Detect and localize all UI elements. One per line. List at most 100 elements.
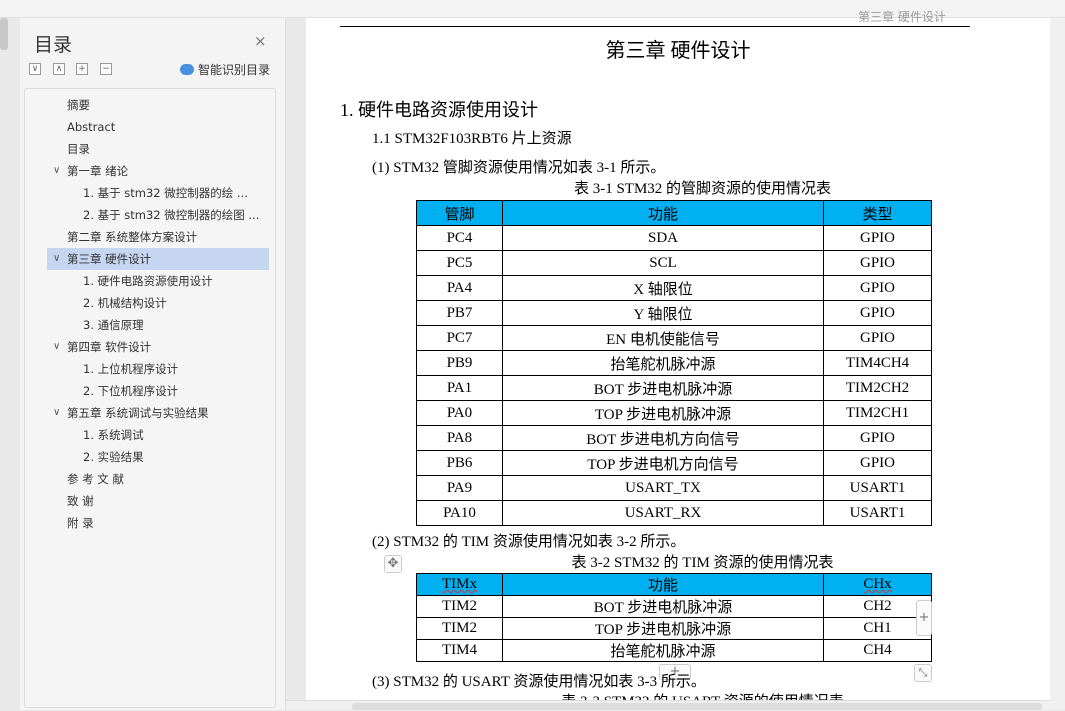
toc-item[interactable]: 第二章 系统整体方案设计 (47, 226, 269, 248)
toc-item[interactable]: ∨ 第一章 绪论 (47, 160, 269, 182)
table-cell[interactable]: GPIO (823, 225, 932, 251)
table-cell[interactable]: PC4 (416, 225, 503, 251)
toc-item[interactable]: ∨ 第三章 硬件设计 (47, 248, 269, 270)
toc-item[interactable]: 致 谢 (47, 490, 269, 512)
table-cell[interactable]: EN 电机使能信号 (502, 325, 824, 351)
table-cell[interactable]: GPIO (823, 300, 932, 326)
table-row: TIM2 TOP 步进电机脉冲源 CH1 (416, 617, 932, 640)
table-cell[interactable]: TOP 步进电机脉冲源 (502, 617, 824, 640)
table-cell[interactable]: TIM4 (416, 639, 503, 662)
table-cell[interactable]: PC7 (416, 325, 503, 351)
table-cell[interactable]: TOP 步进电机脉冲源 (502, 400, 824, 426)
table-cell[interactable]: GPIO (823, 325, 932, 351)
table-cell[interactable]: 抬笔舵机脉冲源 (502, 639, 824, 662)
chapter-title: 第三章 硬件设计 (605, 40, 751, 62)
toc-item[interactable]: ∨ 第五章 系统调试与实验结果 (47, 402, 269, 424)
toc-item[interactable]: 3. 通信原理 (47, 314, 269, 336)
table-cell[interactable]: USART1 (823, 500, 932, 526)
chevron-down-icon[interactable]: ∨ (53, 336, 60, 358)
toc-item[interactable]: 1. 基于 stm32 微控制器的绘 ... (47, 182, 269, 204)
table-resize-handle-icon[interactable]: ⤡ (914, 664, 932, 682)
table-cell[interactable]: BOT 步进电机脉冲源 (502, 595, 824, 618)
toc-item-label: 第五章 系统调试与实验结果 (67, 406, 209, 420)
table-cell[interactable]: BOT 步进电机方向信号 (502, 425, 824, 451)
toc-item[interactable]: ∨ 第四章 软件设计 (47, 336, 269, 358)
table-cell[interactable]: PA9 (416, 475, 503, 501)
header-cell: 类型 (823, 200, 932, 226)
table-cell[interactable]: 抬笔舵机脉冲源 (502, 350, 824, 376)
close-icon[interactable]: × (254, 32, 267, 50)
toc-item-label: Abstract (67, 120, 116, 134)
table-cell[interactable]: GPIO (823, 275, 932, 301)
vertical-scrollbar[interactable] (1050, 18, 1065, 710)
table-row: PA4 X 轴限位 GPIO (416, 275, 932, 301)
table-cell[interactable]: X 轴限位 (502, 275, 824, 301)
left-scrollbar-thumb[interactable] (0, 18, 8, 50)
table-cell[interactable]: PA1 (416, 375, 503, 401)
table-cell[interactable]: GPIO (823, 250, 932, 276)
table-cell[interactable]: USART_TX (502, 475, 824, 501)
table-cell[interactable]: CH4 (823, 639, 932, 662)
table-row: PB6 TOP 步进电机方向信号 GPIO (416, 450, 932, 476)
toc-item[interactable]: 参 考 文 献 (47, 468, 269, 490)
table-caption-1: 表 3-1 STM32 的管脚资源的使用情况表 (573, 181, 832, 197)
remove-heading-button[interactable]: − (100, 63, 112, 75)
horizontal-scrollbar[interactable] (286, 700, 1050, 710)
table-cell[interactable]: SDA (502, 225, 824, 251)
table-row: PA8 BOT 步进电机方向信号 GPIO (416, 425, 932, 451)
table-cell[interactable]: PA10 (416, 500, 503, 526)
toc-item[interactable]: 目录 (47, 138, 269, 160)
toc-item[interactable]: 摘要 (47, 94, 269, 116)
table-cell[interactable]: TIM2 (416, 617, 503, 640)
table-cell[interactable]: GPIO (823, 450, 932, 476)
toc-item[interactable]: 1. 上位机程序设计 (47, 358, 269, 380)
toc-item[interactable]: 附 录 (47, 512, 269, 534)
table-cell[interactable]: TIM2CH2 (823, 375, 932, 401)
toc-item-label: 1. 上位机程序设计 (83, 362, 179, 376)
heading-1: 1. 硬件电路资源使用设计 (340, 100, 538, 120)
toc-item-label: 第三章 硬件设计 (67, 252, 152, 266)
toc-item[interactable]: 2. 下位机程序设计 (47, 380, 269, 402)
add-heading-button[interactable]: + (76, 63, 88, 75)
table-cell[interactable]: TIM4CH4 (823, 350, 932, 376)
toc-item-label: 目录 (67, 142, 90, 156)
table-cell[interactable]: USART1 (823, 475, 932, 501)
table-cell[interactable]: SCL (502, 250, 824, 276)
table-cell[interactable]: PA4 (416, 275, 503, 301)
table-cell[interactable]: GPIO (823, 425, 932, 451)
toc-item[interactable]: 2. 机械结构设计 (47, 292, 269, 314)
chevron-down-icon[interactable]: ∨ (53, 402, 60, 424)
expand-all-button[interactable]: ∨ (29, 63, 41, 75)
scrollbar-thumb[interactable] (352, 703, 1042, 710)
table-cell[interactable]: PB9 (416, 350, 503, 376)
table-cell[interactable]: PC5 (416, 250, 503, 276)
table-cell[interactable]: TOP 步进电机方向信号 (502, 450, 824, 476)
toc-item-label: 1. 系统调试 (83, 428, 144, 442)
document-page: 第三章 硬件设计 第三章 硬件设计 1. 硬件电路资源使用设计 1.1 STM3… (306, 10, 1050, 710)
table-row: PB9 抬笔舵机脉冲源 TIM4CH4 (416, 350, 932, 376)
table-cell[interactable]: PB6 (416, 450, 503, 476)
document-area: 第三章 硬件设计 第三章 硬件设计 1. 硬件电路资源使用设计 1.1 STM3… (286, 10, 1050, 710)
table-cell[interactable]: BOT 步进电机脉冲源 (502, 375, 824, 401)
table-cell[interactable]: TIM2 (416, 595, 503, 618)
table-cell[interactable]: Y 轴限位 (502, 300, 824, 326)
table-row: TIM2 BOT 步进电机脉冲源 CH2 (416, 595, 932, 618)
table-cell[interactable]: USART_RX (502, 500, 824, 526)
toc-item[interactable]: 2. 基于 stm32 微控制器的绘图 ... (47, 204, 269, 226)
toc-item[interactable]: Abstract (47, 116, 269, 138)
toc-item[interactable]: 1. 硬件电路资源使用设计 (47, 270, 269, 292)
table-cell[interactable]: PA0 (416, 400, 503, 426)
add-column-button[interactable]: + (916, 600, 932, 636)
paragraph-3: (3) STM32 的 USART 资源使用情况如表 3-3 所示。 (372, 674, 706, 690)
toc-item-label: 参 考 文 献 (67, 472, 124, 486)
smart-toc-button[interactable]: 智能识别目录 (180, 61, 270, 78)
table-cell[interactable]: PA8 (416, 425, 503, 451)
table-cell[interactable]: TIM2CH1 (823, 400, 932, 426)
toc-item[interactable]: 1. 系统调试 (47, 424, 269, 446)
table-row: PC4 SDA GPIO (416, 225, 932, 251)
table-cell[interactable]: PB7 (416, 300, 503, 326)
toc-item[interactable]: 2. 实验结果 (47, 446, 269, 468)
chevron-down-icon[interactable]: ∨ (53, 248, 60, 270)
chevron-down-icon[interactable]: ∨ (53, 160, 60, 182)
collapse-all-button[interactable]: ∧ (53, 63, 65, 75)
